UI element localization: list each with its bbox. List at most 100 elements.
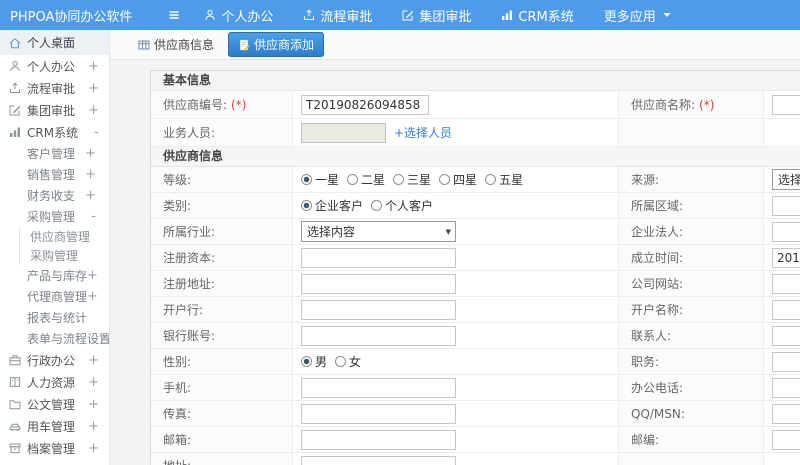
sidebar-item-personal-office[interactable]: 个人办公 + [0, 55, 109, 77]
form-row: 性别: 男女职务: [151, 349, 800, 375]
radio-unselected-icon [335, 356, 347, 367]
expand-icon[interactable]: + [85, 188, 109, 203]
collapse-icon[interactable]: - [91, 209, 109, 224]
founding-date-input[interactable] [772, 247, 800, 268]
sidebar-item-customer-mgmt[interactable]: 客户管理 + [0, 143, 109, 164]
fax-input[interactable] [301, 403, 456, 424]
field-label: 公司网站: [631, 277, 684, 291]
job-title-input[interactable] [772, 351, 800, 372]
sidebar-item-workflow-approval[interactable]: 流程审批 + [0, 77, 109, 99]
label-cell: 等级: [151, 167, 293, 192]
registered-capital-input[interactable] [301, 247, 456, 268]
expand-icon[interactable]: + [85, 167, 109, 182]
form-row: 类别: 企业客户 个人客户 所属区域: [151, 193, 800, 219]
sidebar-item-product-inventory[interactable]: 产品与库存 + [0, 265, 109, 286]
nav-crm-system[interactable]: CRM系统 [501, 6, 574, 25]
label-cell: 业务人员: [151, 119, 293, 146]
expand-icon[interactable]: + [87, 289, 109, 304]
supplier-name-input[interactable] [772, 94, 800, 115]
mobile-input[interactable] [301, 377, 456, 398]
sidebar-item-form-flow-settings[interactable]: 表单与流程设置+ [0, 328, 109, 349]
collapse-icon[interactable]: - [94, 125, 109, 140]
expand-icon[interactable]: + [85, 146, 109, 161]
sidebar-item-human-resources[interactable]: 人力资源 + [0, 371, 109, 393]
expand-icon[interactable]: + [88, 353, 109, 368]
supplier-level-radio-option-4[interactable]: 五星 [485, 171, 523, 188]
sidebar-item-sales-mgmt[interactable]: 销售管理 + [0, 164, 109, 185]
field-cell: +选择人员 [293, 119, 619, 146]
supplier-no-input[interactable] [301, 94, 429, 115]
radio-unselected-icon [371, 200, 383, 211]
sidebar-item-group-approval[interactable]: 集团审批 + [0, 99, 109, 121]
expand-icon[interactable]: + [88, 59, 109, 74]
sidebar-item-crm-system[interactable]: CRM系统 - [0, 121, 109, 143]
nav-personal-office[interactable]: 个人办公 [204, 6, 273, 25]
postcode-input[interactable] [772, 429, 800, 450]
region-input[interactable] [772, 195, 800, 216]
sidebar-item-document-mgmt[interactable]: 公文管理 + [0, 393, 109, 415]
field-label: 银行账号: [163, 329, 216, 343]
expand-icon[interactable]: + [88, 441, 109, 456]
nav-more-apps[interactable]: 更多应用 [604, 6, 673, 25]
expand-icon[interactable]: + [87, 268, 109, 283]
gender-radio-option-0[interactable]: 男 [301, 353, 327, 370]
sidebar-item-archive-mgmt[interactable]: 档案管理 + [0, 437, 109, 459]
field-cell [293, 401, 619, 426]
label-cell: 银行账号: [151, 323, 293, 348]
top-nav: 个人办公 流程审批 集团审批 CRM系统 更多应用 [204, 6, 672, 25]
field-label: 开户行: [163, 303, 204, 317]
supplier-level-radio-option-3[interactable]: 四星 [439, 171, 477, 188]
nav-group-approval[interactable]: 集团审批 [402, 6, 471, 25]
expand-icon[interactable]: + [88, 419, 109, 434]
sidebar-item-admin-office[interactable]: 行政办公 + [0, 349, 109, 371]
field-cell: 企业客户 个人客户 [293, 193, 619, 218]
gender-radio-option-1[interactable]: 女 [335, 353, 361, 370]
sidebar-item-personal-desktop[interactable]: 个人桌面 [0, 30, 109, 55]
business-person-input[interactable] [301, 122, 386, 143]
address-input[interactable] [301, 455, 456, 465]
legal-person-input[interactable] [772, 221, 800, 242]
company-website-input[interactable] [772, 273, 800, 294]
account-name-input[interactable] [772, 299, 800, 320]
bank-branch-input[interactable] [301, 299, 456, 320]
field-label: 注册资本: [163, 251, 216, 265]
category-radio-option-0[interactable]: 企业客户 [301, 197, 363, 214]
email-input[interactable] [301, 429, 456, 450]
menu-toggle-icon[interactable] [168, 9, 180, 21]
sidebar-item-label: 用车管理 [27, 419, 76, 434]
form-row: 邮箱: 邮编: [151, 427, 800, 453]
office-phone-input[interactable] [772, 377, 800, 398]
sidebar-item-procurement-mgmt[interactable]: 采购管理 [19, 246, 109, 265]
sidebar-item-agent-mgmt[interactable]: 代理商管理 + [0, 286, 109, 307]
tab-supplier-info[interactable]: 供应商信息 [134, 33, 218, 56]
expand-icon[interactable]: + [88, 103, 109, 118]
sidebar-item-supplier-mgmt[interactable]: 供应商管理 [19, 227, 109, 246]
radio-label: 五星 [499, 173, 524, 187]
registered-address-input[interactable] [301, 273, 456, 294]
supplier-level-radio-option-2[interactable]: 三星 [393, 171, 431, 188]
radio-unselected-icon [347, 174, 359, 185]
nav-label: 集团审批 [419, 9, 472, 25]
expand-icon[interactable]: + [88, 397, 109, 412]
caret-down-icon: ▼ [445, 227, 451, 236]
nav-workflow-approval[interactable]: 流程审批 [303, 6, 372, 25]
form-row: 手机: 办公电话: [151, 375, 800, 401]
required-marker: (*) [231, 97, 247, 112]
sidebar-item-vehicle-mgmt[interactable]: 用车管理 + [0, 415, 109, 437]
expand-icon[interactable]: + [88, 81, 109, 96]
industry-select[interactable]: 选择内容 ▼ [301, 221, 456, 242]
contact-person-input[interactable] [772, 325, 800, 346]
sidebar-item-purchase-mgmt[interactable]: 采购管理 - [0, 206, 109, 227]
qq-msn-input[interactable] [772, 403, 800, 424]
source-select[interactable]: 选择内容▼ [772, 169, 800, 190]
tab-supplier-add[interactable]: 供应商添加 [228, 32, 325, 57]
sidebar-item-finance-income-expense[interactable]: 财务收支 + [0, 185, 109, 206]
field-cell: 男女 [293, 349, 619, 374]
sidebar-item-reports-statistics[interactable]: 报表与统计 [0, 307, 109, 328]
supplier-level-radio-option-1[interactable]: 二星 [347, 171, 385, 188]
supplier-level-radio-option-0[interactable]: 一星 [301, 171, 339, 188]
bank-account-input[interactable] [301, 325, 456, 346]
expand-icon[interactable]: + [88, 375, 109, 390]
choose-person-link[interactable]: +选择人员 [394, 124, 452, 141]
category-radio-option-1[interactable]: 个人客户 [371, 197, 433, 214]
